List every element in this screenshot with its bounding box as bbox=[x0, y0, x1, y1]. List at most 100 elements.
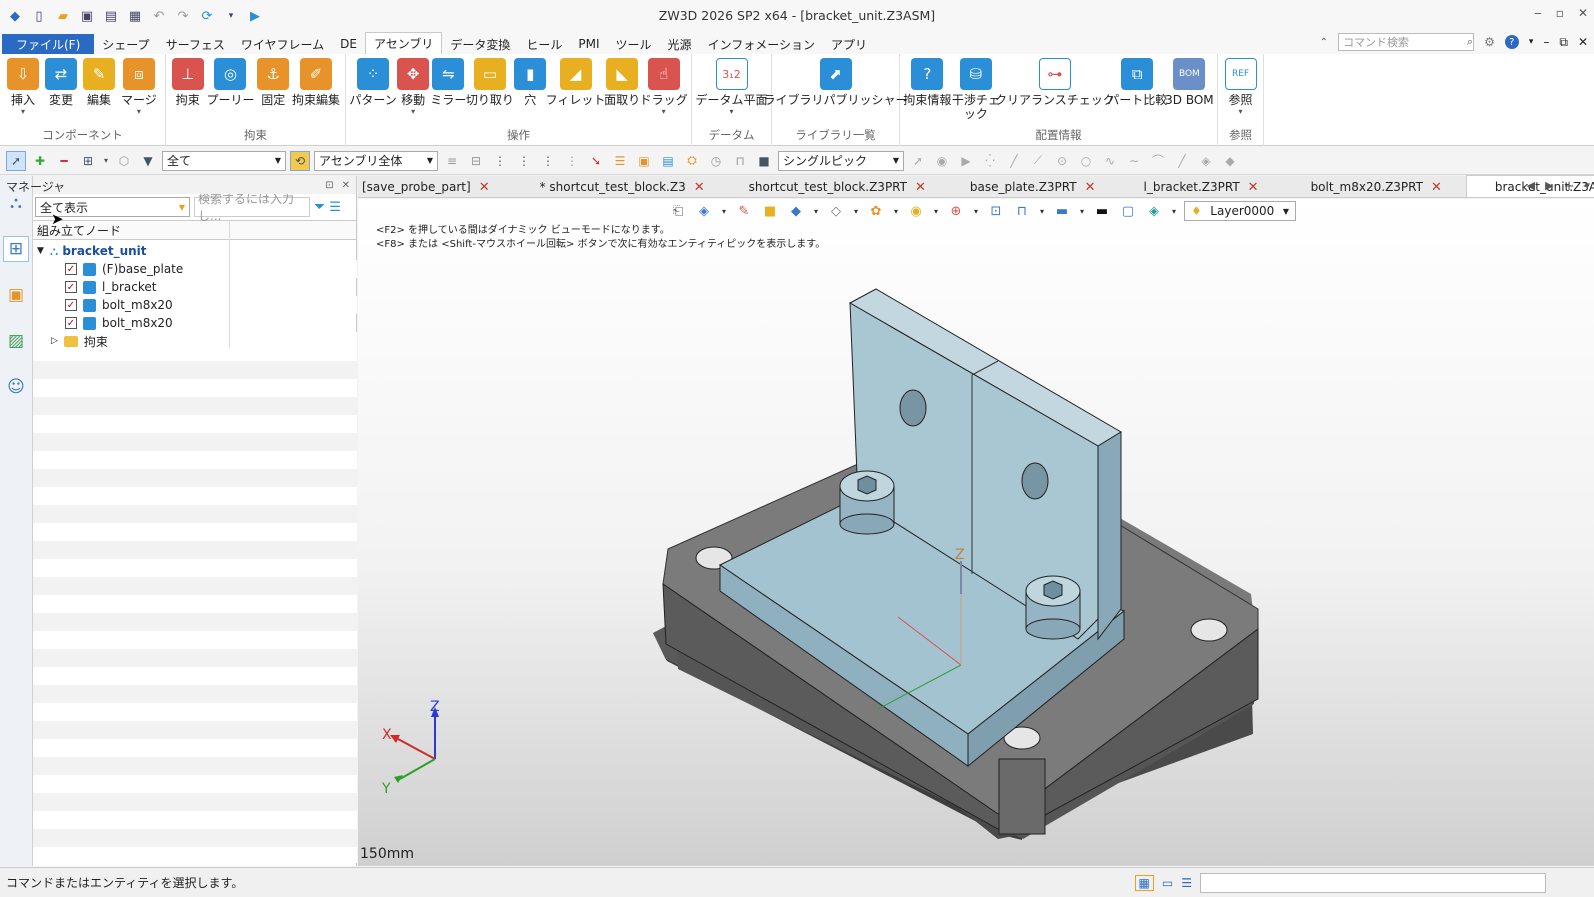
visibility-checkbox[interactable]: ✓ bbox=[65, 317, 77, 329]
visibility-checkbox[interactable]: ✓ bbox=[65, 263, 77, 275]
doc-tab[interactable]: [save_probe_part] ✕ bbox=[358, 177, 500, 197]
reference-dropdown-icon[interactable]: ▾ bbox=[1238, 107, 1242, 116]
toolbar-tool-3-icon[interactable]: ⋮ bbox=[490, 151, 510, 171]
tab-de[interactable]: DE bbox=[332, 34, 365, 54]
status-view-icon[interactable]: ▦ bbox=[1134, 875, 1154, 891]
visibility-checkbox[interactable]: ✓ bbox=[65, 299, 77, 311]
tab-tools[interactable]: ツール bbox=[608, 34, 660, 54]
tab-data-exchange[interactable]: データ変換 bbox=[442, 34, 518, 54]
doc-close-icon[interactable]: ✕ bbox=[1578, 35, 1588, 49]
funnel-filter-icon[interactable]: ⏷ bbox=[314, 199, 325, 215]
tab-surface[interactable]: サーフェス bbox=[158, 34, 233, 54]
minimize-icon[interactable]: ‒ bbox=[1534, 6, 1542, 20]
manager-search-input[interactable]: 検索するには入力し... bbox=[194, 192, 310, 223]
print-icon[interactable]: ▤ bbox=[102, 7, 120, 25]
tab-prev-icon[interactable]: ◀ bbox=[1527, 179, 1535, 194]
toolbar-tool-2-icon[interactable]: ⊟ bbox=[466, 151, 486, 171]
tab-assembly[interactable]: アセンブリ bbox=[364, 32, 443, 54]
expand-caret-icon[interactable]: ▷ bbox=[51, 336, 58, 346]
component-icon[interactable]: ▣ bbox=[634, 151, 654, 171]
pick-arc-icon[interactable]: ⌒ bbox=[1148, 151, 1168, 171]
tree-item-row[interactable]: ✓ (F)base_plate bbox=[33, 260, 357, 278]
pick-circle-icon[interactable]: ○ bbox=[1076, 151, 1096, 171]
merge-dropdown-icon[interactable]: ▾ bbox=[137, 107, 141, 116]
tab-pmi[interactable]: PMI bbox=[570, 34, 607, 54]
command-search-input[interactable]: コマンド検索 ⌕ bbox=[1338, 33, 1475, 51]
toolbar-tool-5-icon[interactable]: ⋮ bbox=[538, 151, 558, 171]
select-pointer-icon[interactable]: ➚ bbox=[6, 150, 26, 171]
tab-heal[interactable]: ヒール bbox=[518, 34, 570, 54]
assembly-model[interactable]: Z Z X Y bbox=[358, 199, 1594, 866]
bracket-icon[interactable]: ⊓ bbox=[730, 151, 750, 171]
toolbar-tool-1-icon[interactable]: ≡ bbox=[442, 151, 462, 171]
history-icon[interactable]: ◷ bbox=[706, 151, 726, 171]
box-select-dropdown-icon[interactable]: ▾ bbox=[102, 151, 110, 171]
save-icon[interactable]: ▣ bbox=[78, 7, 96, 25]
doc-restore-icon[interactable]: ⧉ bbox=[1559, 35, 1568, 50]
undo-icon[interactable]: ↶ bbox=[150, 7, 168, 25]
pick-icon[interactable]: ➘ bbox=[586, 151, 606, 171]
open-folder-icon[interactable]: ▰ bbox=[54, 7, 72, 25]
pick-mode-combo[interactable]: シングルピック ▼ bbox=[778, 150, 904, 171]
tab-shape[interactable]: シェープ bbox=[94, 34, 157, 54]
app-logo-icon[interactable]: ◆ bbox=[6, 7, 24, 25]
box-select-icon[interactable]: ⊞ bbox=[78, 151, 98, 171]
3d-viewport[interactable]: ⎗ ◈ ▾ ✎ ■ ◆ ▾ ◇ ▾ ✿ ▾ ◉ ▾ ⊕ ▾ ⊡ ⊓ ▾ ▬ ▾ … bbox=[358, 199, 1594, 866]
help-icon[interactable]: ? bbox=[1504, 35, 1519, 49]
tree-item-row[interactable]: ✓ l_bracket bbox=[33, 278, 357, 296]
tab-next-icon[interactable]: ▶ bbox=[1545, 179, 1553, 194]
expand-caret-icon[interactable]: ▼ bbox=[37, 246, 44, 256]
run-icon[interactable]: ▶ bbox=[246, 7, 264, 25]
tab-add-icon[interactable]: + bbox=[1564, 179, 1575, 194]
doc-tab[interactable]: l_bracket.Z3PRT ✕ bbox=[1106, 177, 1269, 197]
list-icon[interactable]: ☰ bbox=[610, 151, 630, 171]
help-dropdown-icon[interactable]: ▾ bbox=[1529, 37, 1534, 47]
maximize-icon[interactable]: ▫ bbox=[1556, 6, 1564, 20]
doc-tab[interactable]: bolt_m8x20.Z3PRT ✕ bbox=[1269, 177, 1452, 197]
scope-combo[interactable]: アセンブリ全体 ▼ bbox=[314, 150, 438, 171]
regenerate-icon[interactable]: ⟳ bbox=[198, 7, 216, 25]
search-icon[interactable]: ⌕ bbox=[1467, 35, 1473, 49]
drag-dropdown-icon[interactable]: ▾ bbox=[662, 107, 666, 116]
pick-segment-icon[interactable]: ⟋ bbox=[1028, 151, 1048, 171]
panel-close-icon[interactable]: ✕ bbox=[342, 180, 350, 191]
tab-close-icon[interactable]: ✕ bbox=[1248, 180, 1259, 195]
pick-face-icon[interactable]: ◈ bbox=[1196, 151, 1216, 171]
datum-dropdown-icon[interactable]: ▾ bbox=[729, 107, 733, 116]
status-display-icon[interactable]: ▭ bbox=[1162, 876, 1173, 890]
pick-cursor-icon[interactable]: ➚ bbox=[908, 151, 928, 171]
pick-curve-icon[interactable]: ∿ bbox=[1100, 151, 1120, 171]
close-icon[interactable]: ✕ bbox=[1578, 6, 1588, 20]
hexagon-icon[interactable]: ⬡ bbox=[114, 151, 134, 171]
visibility-checkbox[interactable]: ✓ bbox=[65, 281, 77, 293]
pick-edge-icon[interactable]: ╱ bbox=[1172, 151, 1192, 171]
save-all-icon[interactable]: ▦ bbox=[126, 7, 144, 25]
tab-list-icon[interactable]: ▾ bbox=[1584, 179, 1590, 194]
scope-icon[interactable]: ⟲ bbox=[290, 150, 310, 171]
tab-close-icon[interactable]: ✕ bbox=[479, 180, 490, 195]
tab-wireframe[interactable]: ワイヤフレーム bbox=[233, 34, 332, 54]
pick-radius-icon[interactable]: ◉ bbox=[932, 151, 952, 171]
group-icon[interactable]: ⛭ bbox=[682, 151, 702, 171]
tab-apps[interactable]: アプリ bbox=[823, 34, 875, 54]
collapse-ribbon-icon[interactable]: ⌃ bbox=[1320, 37, 1328, 48]
tree-item-row[interactable]: ✓ bolt_m8x20 bbox=[33, 314, 357, 332]
new-file-icon[interactable]: ▯ bbox=[30, 7, 48, 25]
status-input-field[interactable] bbox=[1200, 873, 1546, 893]
move-dropdown-icon[interactable]: ▾ bbox=[411, 107, 415, 116]
tree-root-row[interactable]: ▼ ⛬ bracket_unit bbox=[33, 242, 357, 260]
tab-file[interactable]: ファイル(F) bbox=[2, 34, 95, 54]
tab-light[interactable]: 光源 bbox=[660, 34, 700, 54]
doc-tab[interactable]: base_plate.Z3PRT ✕ bbox=[936, 177, 1106, 197]
doc-tab[interactable]: shortcut_test_block.Z3PRT ✕ bbox=[715, 177, 936, 197]
pick-play-icon[interactable]: ▶ bbox=[956, 151, 976, 171]
tab-information[interactable]: インフォメーション bbox=[700, 34, 823, 54]
insert-dropdown-icon[interactable]: ▾ bbox=[21, 107, 25, 116]
assembly-manager-icon[interactable]: ⊞ bbox=[3, 236, 29, 262]
tree-item-row[interactable]: ✓ bolt_m8x20 bbox=[33, 296, 357, 314]
part-icon[interactable]: ▤ bbox=[658, 151, 678, 171]
toolbar-tool-6-icon[interactable]: ⋮ bbox=[562, 151, 582, 171]
filter-options-icon[interactable]: ☰ bbox=[329, 200, 341, 215]
bolt-1[interactable] bbox=[839, 470, 895, 535]
filter-icon[interactable]: ▼ bbox=[138, 151, 158, 171]
